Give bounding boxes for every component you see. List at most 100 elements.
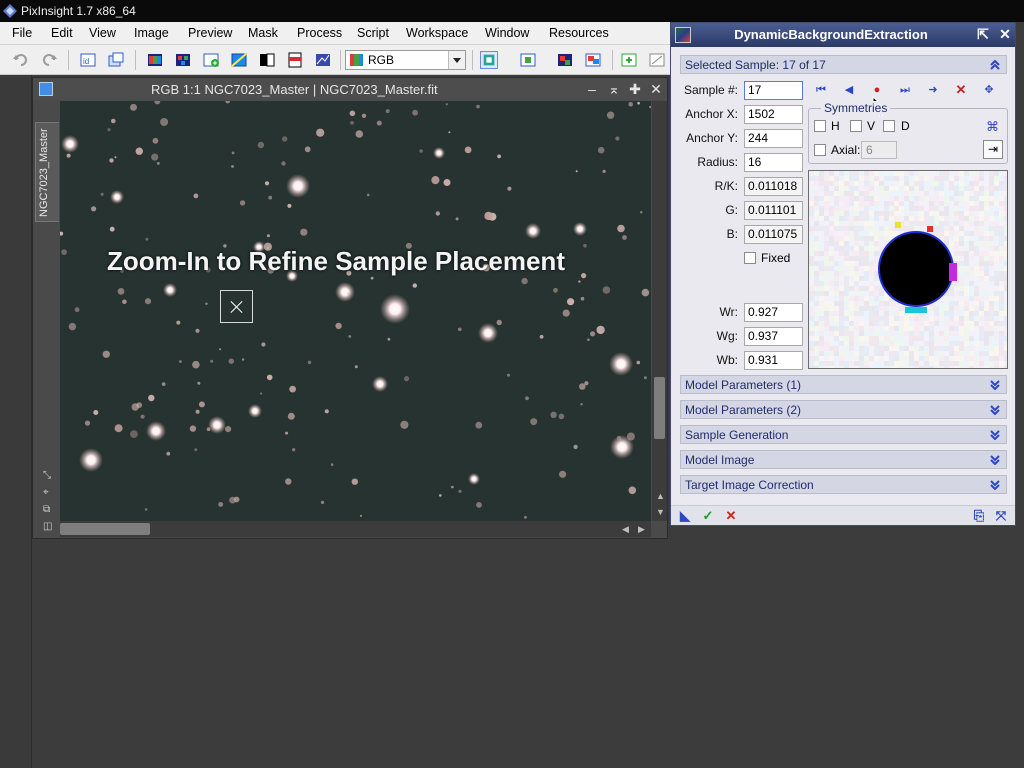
close-icon[interactable]: ✕ — [997, 26, 1013, 42]
model-image-section[interactable]: Model Image — [680, 450, 1007, 469]
selected-sample-section[interactable]: Selected Sample: 17 of 17 — [680, 55, 1007, 74]
chevron-down-icon[interactable] — [990, 480, 1000, 490]
zoom-fit-icon[interactable]: ⤡ — [43, 470, 51, 481]
g-value: 0.011101 — [744, 201, 803, 220]
dbe-panel[interactable]: DynamicBackgroundExtraction ⇱ ✕ Selected… — [670, 22, 1016, 526]
anchor-x-input[interactable]: 1502 — [744, 105, 803, 124]
sample-generation-section[interactable]: Sample Generation — [680, 425, 1007, 444]
axial-label: Axial: — [831, 143, 861, 157]
chevron-up-icon[interactable] — [990, 60, 1000, 70]
model-parameters-2-section[interactable]: Model Parameters (2) — [680, 400, 1007, 419]
rgb-channels-icon[interactable] — [146, 51, 164, 69]
symmetries-title: Symmetries — [821, 101, 891, 115]
close-icon[interactable]: ✕ — [648, 81, 664, 97]
split-icon[interactable] — [230, 51, 248, 69]
documentation-icon[interactable]: ⎘ — [971, 508, 987, 524]
zoom-1-1-icon[interactable]: ◫ — [43, 521, 52, 532]
radius-input[interactable]: 16 — [744, 153, 803, 172]
vertical-scroll-thumb[interactable] — [654, 377, 665, 439]
menu-edit[interactable]: Edit — [51, 26, 73, 40]
preview-icon[interactable] — [519, 51, 537, 69]
scroll-right-icon[interactable]: ▶ — [638, 524, 645, 535]
menu-window[interactable]: Window — [485, 26, 529, 40]
fixed-checkbox[interactable] — [744, 252, 756, 264]
new-instance-icon[interactable]: ◣ — [677, 508, 693, 524]
zoom-in-icon[interactable]: ⌖ — [43, 487, 49, 498]
vertical-scrollbar[interactable]: ▲ ▼ — [652, 101, 667, 521]
chevron-down-icon[interactable] — [990, 430, 1000, 440]
menu-mask[interactable]: Mask — [248, 26, 278, 40]
menu-image[interactable]: Image — [134, 26, 169, 40]
channel-display-icon[interactable] — [480, 51, 498, 69]
sample-generation-label: Sample Generation — [685, 428, 789, 442]
chevron-down-icon[interactable] — [448, 51, 465, 69]
maximize-icon[interactable]: ✚ — [627, 81, 643, 97]
new-window-icon[interactable] — [620, 51, 638, 69]
wr-input[interactable]: 0.927 — [744, 303, 803, 322]
go-to-sample-icon[interactable]: ➜ — [925, 82, 941, 98]
undo-icon[interactable] — [12, 51, 30, 69]
statistics-icon[interactable] — [314, 51, 332, 69]
preview-rect-icon[interactable] — [584, 51, 602, 69]
h-symmetry-checkbox[interactable] — [814, 120, 826, 132]
menu-workspace[interactable]: Workspace — [406, 26, 468, 40]
shade-icon[interactable]: ⇱ — [975, 26, 991, 42]
redo-icon[interactable] — [40, 51, 58, 69]
first-sample-icon[interactable]: ⏮ — [813, 82, 829, 98]
svg-text:id: id — [83, 57, 89, 66]
anchor-y-input[interactable]: 244 — [744, 129, 803, 148]
menu-script[interactable]: Script — [357, 26, 389, 40]
reset-icon[interactable]: ⤧ — [993, 508, 1009, 524]
print-icon[interactable] — [286, 51, 304, 69]
chevron-down-icon[interactable] — [990, 405, 1000, 415]
menu-file[interactable]: File — [12, 26, 32, 40]
axial-checkbox[interactable] — [814, 144, 826, 156]
wg-input[interactable]: 0.937 — [744, 327, 803, 346]
preview-new-icon[interactable] — [556, 51, 574, 69]
settings-icon[interactable] — [648, 51, 666, 69]
zoom-out-icon[interactable]: ⧉ — [43, 504, 50, 515]
axial-spinner[interactable]: 6 — [861, 141, 897, 159]
channel-combine-icon[interactable] — [174, 51, 192, 69]
sample-marker[interactable] — [220, 290, 253, 323]
scroll-left-icon[interactable]: ◀ — [622, 524, 629, 535]
mask-icon[interactable] — [258, 51, 276, 69]
channel-select-dropdown[interactable]: RGB — [345, 50, 466, 70]
dbe-title-bar[interactable]: DynamicBackgroundExtraction ⇱ ✕ — [671, 23, 1015, 47]
v-symmetry-checkbox[interactable] — [850, 120, 862, 132]
menu-resources[interactable]: Resources — [549, 26, 609, 40]
new-image-icon[interactable] — [202, 51, 220, 69]
chevron-down-icon[interactable] — [990, 455, 1000, 465]
horizontal-scrollbar[interactable]: ◀ ▶ — [60, 521, 651, 537]
wb-input[interactable]: 0.931 — [744, 351, 803, 370]
identifier-icon[interactable]: id — [79, 51, 97, 69]
pixinsight-logo-icon — [3, 4, 17, 18]
d-symmetry-checkbox[interactable] — [883, 120, 895, 132]
symmetry-center-icon[interactable]: ⌘ — [986, 119, 999, 135]
image-window[interactable]: RGB 1:1 NGC7023_Master | NGC7023_Master.… — [32, 77, 668, 539]
chevron-down-icon[interactable] — [990, 380, 1000, 390]
center-sample-icon[interactable]: ✥ — [981, 82, 997, 98]
scroll-down-icon[interactable]: ▼ — [656, 507, 665, 517]
image-vertical-tab[interactable]: NGC7023_Master — [35, 122, 59, 222]
anchor-x-label: Anchor X: — [685, 107, 738, 121]
symmetry-show-icon[interactable]: ⇥ — [983, 140, 1003, 159]
delete-sample-icon[interactable]: ✕ — [953, 82, 969, 98]
minimize-icon[interactable]: – — [584, 81, 600, 97]
clone-icon[interactable] — [107, 51, 125, 69]
target-image-correction-section[interactable]: Target Image Correction — [680, 475, 1007, 494]
cancel-icon[interactable]: ✕ — [723, 508, 739, 524]
image-window-title-bar[interactable]: RGB 1:1 NGC7023_Master | NGC7023_Master.… — [33, 78, 667, 100]
menu-process[interactable]: Process — [297, 26, 342, 40]
horizontal-scroll-thumb[interactable] — [60, 523, 150, 535]
image-canvas[interactable]: Zoom-In to Refine Sample Placement — [60, 101, 651, 521]
sample-number-input[interactable]: 17 — [744, 81, 803, 100]
last-sample-icon[interactable]: ⏭ — [897, 82, 913, 98]
scroll-up-icon[interactable]: ▲ — [656, 491, 665, 501]
menu-view[interactable]: View — [89, 26, 116, 40]
model-parameters-1-section[interactable]: Model Parameters (1) — [680, 375, 1007, 394]
apply-icon[interactable]: ✓ — [700, 508, 716, 524]
shade-icon[interactable]: ⌅ — [606, 81, 622, 97]
menu-preview[interactable]: Preview — [188, 26, 232, 40]
previous-sample-icon[interactable]: ◀ — [841, 82, 857, 98]
